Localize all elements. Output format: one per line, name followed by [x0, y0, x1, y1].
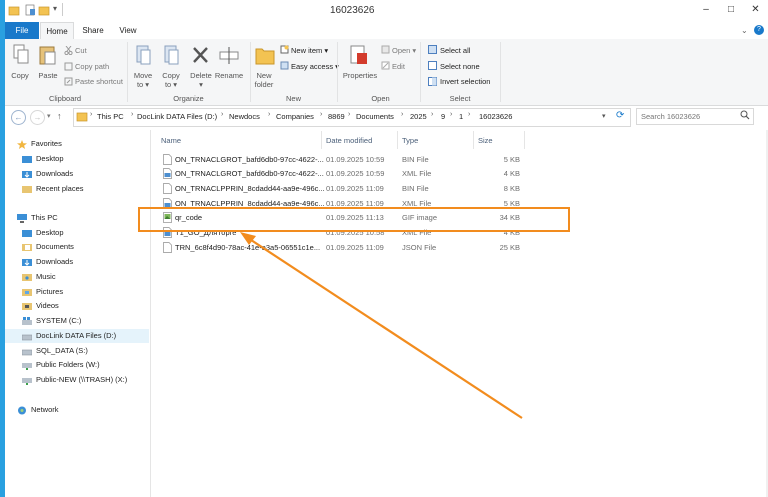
annotation-arrow	[240, 232, 523, 419]
